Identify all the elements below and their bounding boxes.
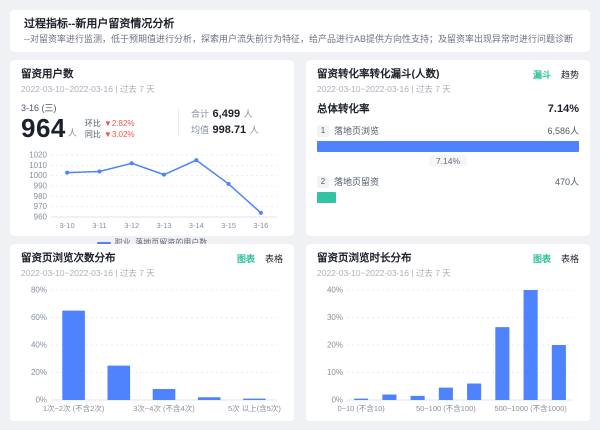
svg-text:5次 以上(含5次): 5次 以上(含5次): [228, 403, 281, 413]
current-value-unit: 人: [68, 126, 77, 139]
funnel-step1-badge: 1: [317, 125, 329, 137]
avg-stat: 均值 998.71 人: [191, 124, 283, 136]
panel-view-count-distribution: 留资页浏览次数分布 图表 表格 2022-03-10~2022-03-16 | …: [10, 244, 294, 421]
svg-text:60%: 60%: [31, 313, 47, 322]
svg-text:50~100 (不含100): 50~100 (不含100): [416, 403, 476, 413]
svg-text:1次~2次 (不含2次): 1次~2次 (不含2次): [43, 403, 105, 413]
svg-text:0~10 (不含10): 0~10 (不含10): [337, 403, 385, 413]
funnel-step2-badge: 2: [317, 176, 329, 188]
bar-chart-duration-svg: 0%10%20%30%40%0~10 (不含10)50~100 (不含100)5…: [317, 282, 579, 414]
line-chart-users: 960 970980990 100010101020 3-10 3-11 3-12 3-13…: [21, 147, 283, 236]
panel-view-duration-distribution: 留资页浏览时长分布 图表 表格 2022-03-10~2022-03-16 | …: [306, 244, 590, 421]
svg-text:500~1000 (不含1000): 500~1000 (不含1000): [494, 403, 567, 413]
date-range-users: 2022-03-10~2022-03-16 | 过去 7 天: [21, 83, 283, 95]
svg-text:1020: 1020: [29, 151, 47, 160]
tab-trend[interactable]: 趋势: [561, 68, 579, 81]
funnel-step1-value: 6,586人: [547, 124, 579, 137]
svg-text:970: 970: [34, 202, 48, 211]
svg-text:10%: 10%: [327, 368, 343, 377]
duration-tab-group: 图表 表格: [533, 252, 579, 265]
total-stat: 合计 6,499 人: [191, 108, 283, 120]
tab-duration-chart[interactable]: 图表: [533, 252, 551, 265]
svg-text:990: 990: [34, 182, 48, 191]
tab-funnel[interactable]: 漏斗: [533, 68, 551, 81]
yoy-value: ▼3.02%: [104, 130, 135, 140]
svg-text:80%: 80%: [31, 286, 47, 295]
svg-text:3-13: 3-13: [156, 221, 171, 230]
svg-text:20%: 20%: [31, 368, 47, 377]
views-tab-group: 图表 表格: [237, 252, 283, 265]
svg-text:3-12: 3-12: [124, 221, 139, 230]
page-subtitle: --对留资率进行监测，低于预期值进行分析，探索用户流失前行为特征，给产品进行AB…: [24, 33, 576, 46]
yoy-label: 同比: [85, 130, 101, 140]
tab-views-chart[interactable]: 图表: [237, 252, 255, 265]
funnel-step2-value: 470人: [555, 175, 579, 188]
panel-title-funnel: 留资转化率转化漏斗(人数): [317, 68, 440, 81]
date-range-duration: 2022-03-10~2022-03-16 | 过去 7 天: [317, 267, 579, 279]
yoy-delta: 同比 ▼3.02%: [85, 130, 135, 140]
overall-rate-value: 7.14%: [548, 103, 579, 115]
svg-text:40%: 40%: [327, 286, 343, 295]
svg-text:960: 960: [34, 213, 48, 222]
svg-text:3-14: 3-14: [189, 221, 204, 230]
page-title: 过程指标--新用户留资情况分析: [24, 17, 576, 31]
panel-title-duration: 留资页浏览时长分布: [317, 252, 412, 265]
panel-title-views: 留资页浏览次数分布: [21, 252, 116, 265]
svg-text:3-11: 3-11: [92, 221, 106, 230]
current-value: 964: [21, 114, 66, 142]
bar-chart-views-svg: 0%20%40%60%80%1次~2次 (不含2次)3次~4次 (不含4次)5次…: [21, 282, 283, 414]
report-header-card: 过程指标--新用户留资情况分析 --对留资率进行监测，低于预期值进行分析，探索用…: [10, 10, 590, 52]
panel-retain-users: 留资用户数 2022-03-10~2022-03-16 | 过去 7 天 3-1…: [10, 60, 294, 236]
total-value: 6,499: [213, 108, 241, 120]
line-chart-svg: 960 970980990 100010101020 3-10 3-11 3-12 3-13…: [21, 147, 283, 231]
bar-chart-duration: 0%10%20%30%40%0~10 (不含10)50~100 (不含100)5…: [317, 282, 579, 419]
bar-chart-views: 0%20%40%60%80%1次~2次 (不含2次)3次~4次 (不含4次)5次…: [21, 282, 283, 419]
funnel-step1-bar: [317, 141, 579, 152]
dashboard-background: 过程指标--新用户留资情况分析 --对留资率进行监测，低于预期值进行分析，探索用…: [0, 0, 600, 430]
funnel-tab-group: 漏斗 趋势: [533, 68, 579, 81]
date-range-views: 2022-03-10~2022-03-16 | 过去 7 天: [21, 267, 283, 279]
funnel-step2-bar: [317, 192, 336, 203]
summary-stats: 合计 6,499 人 均值 998.71 人: [178, 108, 283, 136]
current-date-label: 3-16 (三): [21, 103, 178, 114]
svg-text:3次~4次 (不含4次): 3次~4次 (不含4次): [133, 403, 195, 413]
tab-duration-table[interactable]: 表格: [561, 252, 579, 265]
svg-text:3-10: 3-10: [60, 221, 75, 230]
svg-text:40%: 40%: [31, 341, 47, 350]
svg-text:3-16: 3-16: [253, 221, 268, 230]
wow-value: ▼2.82%: [104, 119, 135, 129]
overall-rate-label: 总体转化率: [317, 101, 370, 116]
svg-text:30%: 30%: [327, 313, 343, 322]
avg-value: 998.71: [213, 124, 247, 136]
wow-label: 环比: [85, 119, 101, 129]
panel-title-users: 留资用户数: [21, 68, 74, 81]
funnel-step2-label: 落地页留资: [334, 175, 379, 188]
svg-text:3-15: 3-15: [221, 221, 236, 230]
svg-text:20%: 20%: [327, 341, 343, 350]
tab-views-table[interactable]: 表格: [265, 252, 283, 265]
svg-text:980: 980: [34, 192, 48, 201]
funnel-step1-label: 落地页浏览: [334, 124, 379, 137]
panel-conversion-funnel: 留资转化率转化漏斗(人数) 漏斗 趋势 2022-03-10~2022-03-1…: [306, 60, 590, 236]
svg-text:1010: 1010: [29, 161, 47, 170]
date-range-funnel: 2022-03-10~2022-03-16 | 过去 7 天: [317, 83, 579, 95]
svg-text:1000: 1000: [29, 171, 47, 180]
funnel-conversion-tag: 7.14%: [429, 155, 467, 167]
wow-delta: 环比 ▼2.82%: [85, 119, 135, 129]
